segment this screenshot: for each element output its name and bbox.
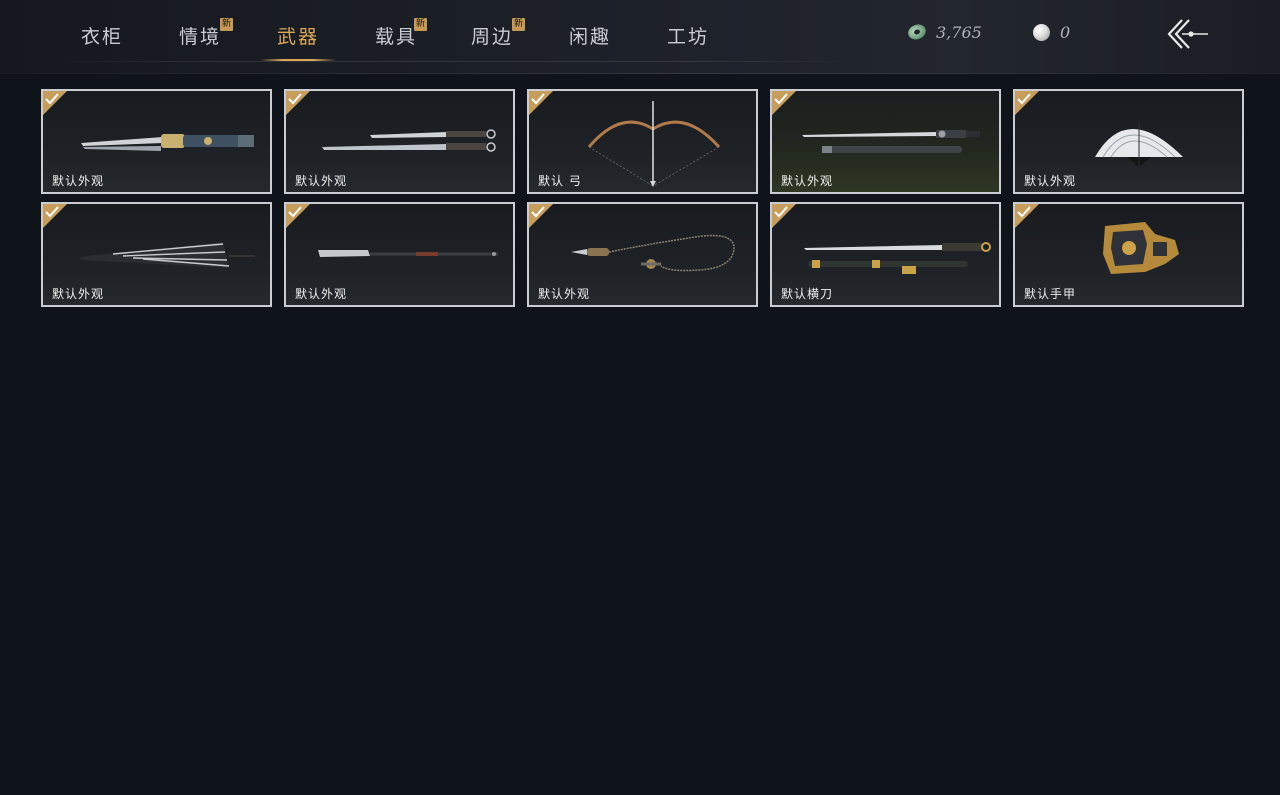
top-bar: 衣柜 情境 新 武器 载具 新 周边 新 闲趣 工坊 3,765 0 [0, 0, 1280, 74]
new-badge: 新 [220, 18, 233, 31]
check-icon [45, 93, 59, 105]
check-icon [531, 206, 545, 218]
check-icon [1017, 93, 1031, 105]
weapon-card[interactable]: 默认外观 [284, 202, 515, 307]
tab-label: 情境 [178, 25, 221, 48]
check-icon [288, 93, 302, 105]
tab-divider [54, 61, 854, 62]
tab-wardrobe[interactable]: 衣柜 [54, 10, 150, 60]
back-button[interactable] [1162, 16, 1214, 52]
weapon-card[interactable]: 默认外观 [41, 202, 272, 307]
check-icon [288, 206, 302, 218]
back-arrow-icon [1167, 19, 1208, 49]
weapon-card[interactable]: 默认 弓 [527, 89, 758, 194]
weapon-card[interactable]: 默认手甲 [1013, 202, 1244, 307]
jade-currency: 3,765 [906, 20, 982, 44]
item-label: 默认外观 [781, 174, 834, 188]
tab-accessories[interactable]: 周边 新 [444, 10, 540, 60]
page: 衣柜 情境 新 武器 载具 新 周边 新 闲趣 工坊 3,765 0 默认外观 … [0, 0, 1280, 795]
item-label: 默认 弓 [538, 174, 582, 188]
item-label: 默认外观 [1024, 174, 1077, 188]
item-label: 默认外观 [52, 174, 105, 188]
pearl-amount: 0 [1060, 22, 1071, 42]
item-label: 默认横刀 [781, 287, 834, 301]
tab-weapons[interactable]: 武器 [250, 10, 346, 61]
tab-mounts[interactable]: 载具 新 [348, 10, 444, 60]
weapon-card[interactable]: 默认外观 [527, 202, 758, 307]
check-icon [1017, 206, 1031, 218]
check-icon [774, 93, 788, 105]
tab-label: 工坊 [666, 25, 709, 48]
item-label: 默认外观 [295, 174, 348, 188]
tab-label: 闲趣 [568, 25, 611, 48]
jade-coin-icon [906, 22, 928, 42]
item-label: 默认外观 [295, 287, 348, 301]
item-label: 默认外观 [52, 287, 105, 301]
pearl-currency: 0 [1033, 20, 1070, 44]
tab-leisure[interactable]: 闲趣 [542, 10, 638, 60]
tab-workshop[interactable]: 工坊 [640, 10, 736, 60]
jade-amount: 3,765 [936, 22, 982, 42]
tab-label: 衣柜 [80, 25, 123, 48]
check-icon [531, 93, 545, 105]
tab-label: 武器 [276, 25, 319, 48]
tab-label: 周边 [470, 25, 513, 48]
check-icon [45, 206, 59, 218]
item-label: 默认外观 [538, 287, 591, 301]
weapon-card[interactable]: 默认外观 [284, 89, 515, 194]
weapon-card[interactable]: 默认横刀 [770, 202, 1001, 307]
weapon-card[interactable]: 默认外观 [1013, 89, 1244, 194]
check-icon [774, 206, 788, 218]
pearl-icon [1033, 23, 1050, 41]
item-label: 默认手甲 [1024, 287, 1077, 301]
tab-label: 载具 [374, 25, 417, 48]
tab-scenes[interactable]: 情境 新 [152, 10, 248, 60]
new-badge: 新 [414, 18, 427, 31]
weapon-card[interactable]: 默认外观 [41, 89, 272, 194]
new-badge: 新 [512, 18, 525, 31]
weapon-card[interactable]: 默认外观 [770, 89, 1001, 194]
